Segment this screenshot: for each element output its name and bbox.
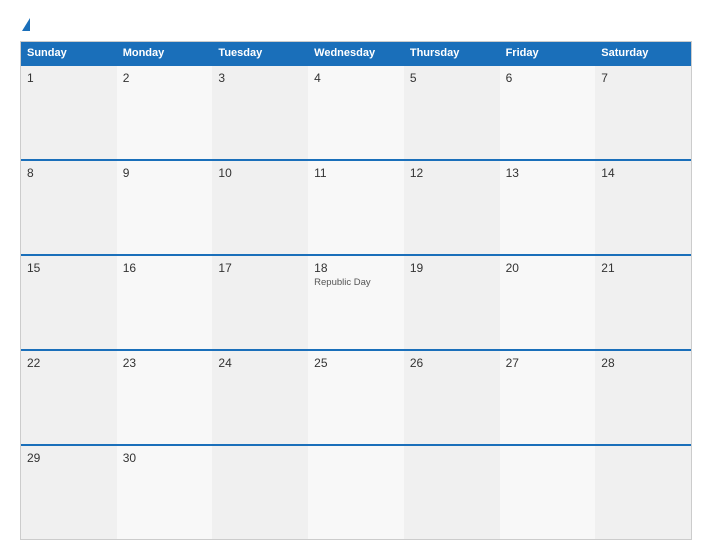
calendar-cell: 2 (117, 66, 213, 159)
calendar-cell: 5 (404, 66, 500, 159)
calendar-cell: 8 (21, 161, 117, 254)
calendar-cell (308, 446, 404, 539)
calendar-cell: 7 (595, 66, 691, 159)
calendar-cell: 6 (500, 66, 596, 159)
calendar-cell: 11 (308, 161, 404, 254)
day-number: 1 (27, 71, 111, 85)
day-number: 14 (601, 166, 685, 180)
day-number: 6 (506, 71, 590, 85)
day-number: 13 (506, 166, 590, 180)
calendar-cell: 21 (595, 256, 691, 349)
calendar-cell (212, 446, 308, 539)
holiday-label: Republic Day (314, 277, 398, 288)
calendar-cell: 3 (212, 66, 308, 159)
calendar-cell: 4 (308, 66, 404, 159)
calendar-cell (500, 446, 596, 539)
day-number: 27 (506, 356, 590, 370)
day-number: 10 (218, 166, 302, 180)
calendar-cell: 13 (500, 161, 596, 254)
day-number: 7 (601, 71, 685, 85)
calendar-cell: 9 (117, 161, 213, 254)
day-number: 25 (314, 356, 398, 370)
header-day-wednesday: Wednesday (308, 42, 404, 64)
calendar-cell: 27 (500, 351, 596, 444)
header-day-friday: Friday (500, 42, 596, 64)
calendar-cell: 15 (21, 256, 117, 349)
calendar-cell: 24 (212, 351, 308, 444)
day-number: 2 (123, 71, 207, 85)
day-number: 9 (123, 166, 207, 180)
calendar-cell: 10 (212, 161, 308, 254)
calendar-week-3: 15 16 17 18 Republic Day 19 20 21 (21, 254, 691, 349)
calendar-cell: 19 (404, 256, 500, 349)
day-number: 16 (123, 261, 207, 275)
calendar-cell: 26 (404, 351, 500, 444)
day-number: 22 (27, 356, 111, 370)
calendar-cell: 16 (117, 256, 213, 349)
calendar-week-2: 89 10 11 12 13 14 (21, 159, 691, 254)
calendar-cell: 1 (21, 66, 117, 159)
logo (20, 18, 30, 31)
calendar-cell: 18 Republic Day (308, 256, 404, 349)
day-number: 23 (123, 356, 207, 370)
day-number: 4 (314, 71, 398, 85)
calendar-header: SundayMondayTuesdayWednesdayThursdayFrid… (21, 42, 691, 64)
calendar-week-4: 22 23 24 25 26 27 28 (21, 349, 691, 444)
day-number: 15 (27, 261, 111, 275)
header-day-monday: Monday (117, 42, 213, 64)
day-number: 11 (314, 166, 398, 180)
day-number: 21 (601, 261, 685, 275)
calendar-cell: 14 (595, 161, 691, 254)
day-number: 19 (410, 261, 494, 275)
day-number: 3 (218, 71, 302, 85)
calendar-cell: 12 (404, 161, 500, 254)
page: SundayMondayTuesdayWednesdayThursdayFrid… (0, 0, 712, 550)
calendar-cell: 22 (21, 351, 117, 444)
calendar-cell: 25 (308, 351, 404, 444)
day-number: 5 (410, 71, 494, 85)
header-day-sunday: Sunday (21, 42, 117, 64)
calendar-cell: 30 (117, 446, 213, 539)
day-number: 29 (27, 451, 111, 465)
day-number: 12 (410, 166, 494, 180)
calendar-body: 123456789101112131415161718Republic Day1… (21, 64, 691, 539)
header (20, 18, 692, 31)
calendar-cell (404, 446, 500, 539)
header-day-tuesday: Tuesday (212, 42, 308, 64)
day-number: 20 (506, 261, 590, 275)
calendar-cell (595, 446, 691, 539)
day-number: 18 (314, 261, 398, 275)
day-number: 30 (123, 451, 207, 465)
calendar-cell: 17 (212, 256, 308, 349)
calendar-week-1: 1234567 (21, 64, 691, 159)
header-day-thursday: Thursday (404, 42, 500, 64)
day-number: 8 (27, 166, 111, 180)
day-number: 28 (601, 356, 685, 370)
day-number: 26 (410, 356, 494, 370)
calendar-week-5: 29 30 (21, 444, 691, 539)
header-day-saturday: Saturday (595, 42, 691, 64)
calendar-cell: 28 (595, 351, 691, 444)
logo-blue-text (20, 18, 30, 31)
day-number: 17 (218, 261, 302, 275)
calendar-cell: 29 (21, 446, 117, 539)
calendar-cell: 20 (500, 256, 596, 349)
day-number: 24 (218, 356, 302, 370)
logo-triangle-icon (22, 18, 30, 31)
calendar-cell: 23 (117, 351, 213, 444)
calendar: SundayMondayTuesdayWednesdayThursdayFrid… (20, 41, 692, 540)
